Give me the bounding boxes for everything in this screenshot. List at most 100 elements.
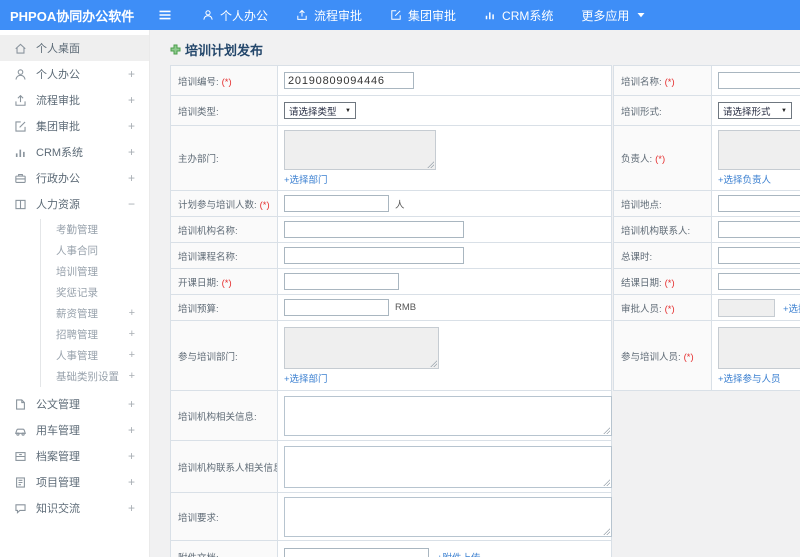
- text-input[interactable]: [718, 72, 800, 89]
- field-label-text: 参与培训部门:: [178, 351, 238, 363]
- textarea[interactable]: [284, 445, 612, 488]
- expand-toggle-icon: +: [127, 397, 135, 411]
- select-dropdown[interactable]: 请选择类型 ▼: [284, 102, 356, 119]
- field-label-text: 计划参与培训人数:: [178, 199, 257, 211]
- sidebar-subitem-label: 人事管理: [56, 350, 98, 362]
- picker-box[interactable]: [718, 130, 800, 170]
- sidebar-item-label: 公文管理: [36, 399, 80, 411]
- sidebar-item[interactable]: CRM系统 +: [0, 139, 149, 165]
- picker-link[interactable]: +选择参与人员: [718, 371, 781, 385]
- expand-toggle-icon: +: [127, 67, 135, 81]
- sidebar-item-label: 个人桌面: [36, 43, 80, 55]
- main-content: 培训计划发布 培训编号:(*)培训类型:请选择类型▼主办部门:+选择部门计划参与…: [150, 30, 800, 557]
- menu-toggle[interactable]: [152, 7, 178, 23]
- text-input[interactable]: [718, 221, 800, 238]
- doc-icon: [14, 398, 27, 411]
- field-suffix: RMB: [395, 302, 417, 313]
- resize-handle-icon: [603, 426, 610, 434]
- sidebar-item[interactable]: 集团审批 +: [0, 113, 149, 139]
- picker-box[interactable]: [718, 326, 800, 369]
- picker-link[interactable]: +选择部门: [284, 172, 328, 186]
- text-input[interactable]: [284, 221, 464, 238]
- sidebar-item[interactable]: 人力资源 −: [0, 191, 149, 217]
- field-cell: [277, 492, 612, 541]
- edit-icon: [14, 120, 27, 133]
- sidebar-item-label: 项目管理: [36, 477, 80, 489]
- field-cell: +选择部门: [277, 125, 612, 191]
- sidebar-item[interactable]: 档案管理 +: [0, 443, 149, 469]
- nav-item-label: 更多应用: [581, 8, 630, 23]
- sidebar-subitem[interactable]: 人事合同: [41, 240, 149, 261]
- field-label-text: 结课日期:: [621, 277, 662, 289]
- text-input[interactable]: [284, 548, 429, 557]
- sidebar-subitem[interactable]: 基础类别设置 +: [41, 366, 149, 387]
- picker-box[interactable]: [284, 130, 436, 170]
- text-input[interactable]: [284, 195, 389, 212]
- sidebar-subitem[interactable]: 薪资管理 +: [41, 303, 149, 324]
- picker-box[interactable]: [284, 326, 439, 369]
- required-mark: (*): [655, 154, 666, 165]
- field-label-text: 培训类型:: [178, 106, 219, 118]
- sidebar-item[interactable]: 流程审批 +: [0, 87, 149, 113]
- form-row: 培训要求:: [170, 492, 612, 541]
- text-input[interactable]: [284, 273, 399, 290]
- field-cell: [711, 268, 800, 295]
- expand-toggle-icon: +: [127, 93, 135, 107]
- picker-link[interactable]: +选择负责人: [718, 172, 771, 186]
- required-mark: (*): [221, 277, 232, 289]
- nav-item[interactable]: 集团审批: [376, 0, 470, 30]
- sidebar-subitem[interactable]: 人事管理 +: [41, 345, 149, 366]
- sidebar-item[interactable]: 用车管理 +: [0, 417, 149, 443]
- sidebar-item-label: 知识交流: [36, 503, 80, 515]
- picker-link[interactable]: +选择部门: [284, 371, 328, 385]
- field-label: 开课日期: (*): [170, 268, 278, 295]
- sidebar-item-label: 流程审批: [36, 95, 80, 107]
- expand-toggle-icon: +: [128, 328, 135, 340]
- sidebar-item[interactable]: 知识交流 +: [0, 495, 149, 521]
- sidebar-item-label: 个人办公: [36, 69, 80, 81]
- training-id-input[interactable]: [284, 72, 414, 89]
- sidebar-subitem[interactable]: 培训管理: [41, 261, 149, 282]
- select-dropdown[interactable]: 请选择形式 ▼: [718, 102, 792, 119]
- app-logo: PHPOA协同办公软件: [10, 8, 135, 24]
- picker-link[interactable]: +附件上传: [437, 550, 481, 557]
- nav-item[interactable]: 个人办公: [188, 0, 282, 30]
- field-cell: [277, 216, 612, 243]
- form-row: 总课时:: [613, 242, 800, 269]
- sidebar-subitem[interactable]: 招聘管理 +: [41, 324, 149, 345]
- sidebar-item[interactable]: 公文管理 +: [0, 391, 149, 417]
- sidebar-item[interactable]: 行政办公 +: [0, 165, 149, 191]
- expand-toggle-icon: +: [127, 449, 135, 463]
- form-row: 培训机构联系人相关信息:: [170, 440, 612, 493]
- picker-box[interactable]: [718, 298, 775, 317]
- nav-item[interactable]: CRM系统: [470, 0, 567, 30]
- field-label-text: 培训机构名称:: [178, 225, 238, 237]
- sidebar-item[interactable]: 项目管理 +: [0, 469, 149, 495]
- text-input[interactable]: [284, 247, 464, 264]
- required-mark: (*): [664, 76, 675, 88]
- form-table-right: 培训名称: (*) 培训形式: 请选择形式 ▼ 负责人: (*) +选择负责人 培训地点: 培训机…: [613, 65, 800, 391]
- sidebar-item[interactable]: 个人桌面: [0, 35, 149, 61]
- text-input[interactable]: [718, 195, 800, 212]
- field-cell: [711, 65, 800, 96]
- sidebar-subitem[interactable]: 考勤管理: [41, 219, 149, 240]
- expand-toggle-icon: +: [128, 307, 135, 319]
- expand-toggle-icon: +: [127, 171, 135, 185]
- nav-item[interactable]: 更多应用: [567, 0, 661, 30]
- sidebar-item[interactable]: 个人办公 +: [0, 61, 149, 87]
- field-label: 结课日期: (*): [613, 268, 712, 295]
- sidebar-subitem-label: 考勤管理: [56, 224, 98, 236]
- topbar-nav: 个人办公 流程审批 集团审批 CRM系统 更多应用: [188, 0, 661, 30]
- nav-item[interactable]: 流程审批: [282, 0, 376, 30]
- field-label: 培训预算:: [170, 294, 278, 321]
- field-cell: [277, 65, 612, 96]
- text-input[interactable]: [718, 273, 800, 290]
- textarea[interactable]: [284, 395, 612, 436]
- sidebar-subitem[interactable]: 奖惩记录: [41, 282, 149, 303]
- caret-down-icon: ▼: [345, 107, 351, 114]
- textarea[interactable]: [284, 496, 612, 537]
- text-input[interactable]: [284, 299, 389, 316]
- add-plus-icon: [170, 44, 181, 55]
- text-input[interactable]: [718, 247, 800, 264]
- picker-link[interactable]: +选择审批人员: [783, 301, 800, 315]
